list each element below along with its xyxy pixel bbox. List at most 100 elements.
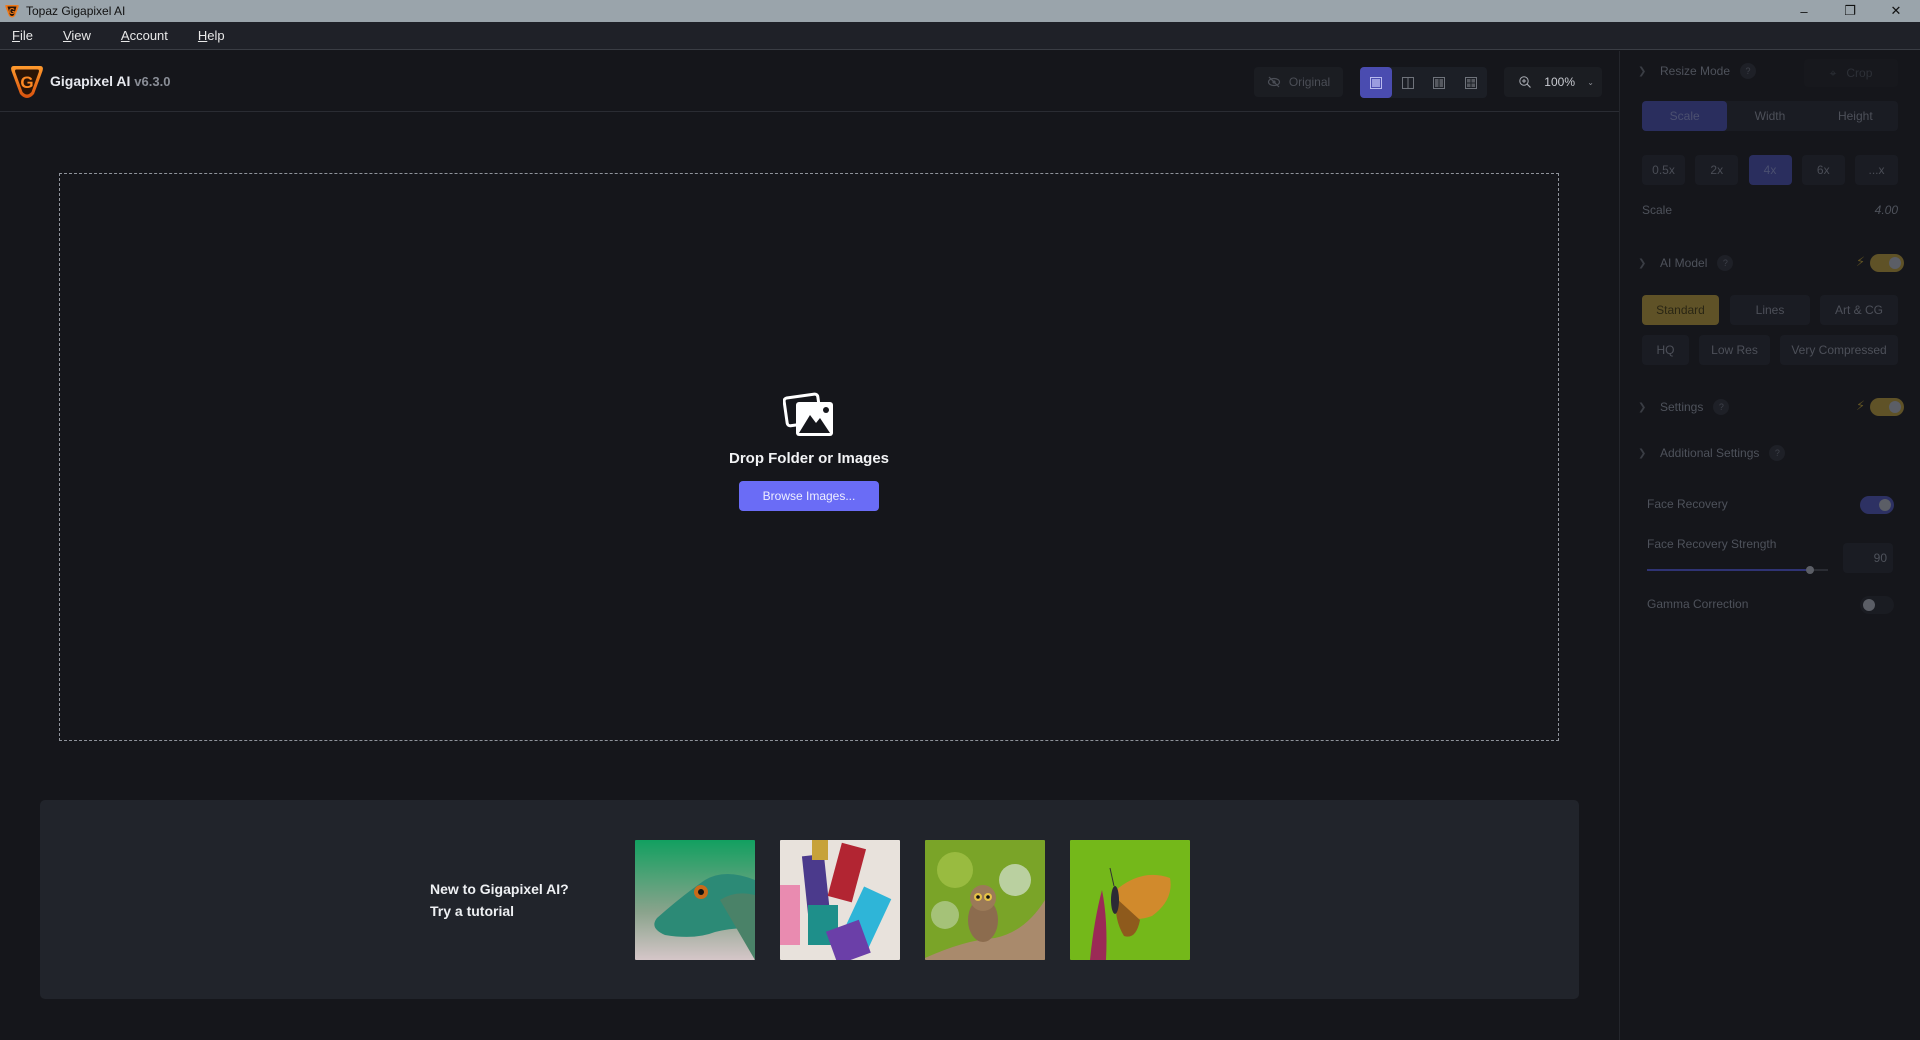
ai-model-title: AI Model — [1660, 256, 1708, 270]
tutorial-thumbnail-owl[interactable] — [925, 840, 1045, 960]
help-icon[interactable]: ? — [1740, 63, 1757, 79]
tutorial-thumbnail-paint-brushes[interactable] — [780, 840, 900, 960]
toggle-knob — [1889, 257, 1901, 269]
ai-model-header[interactable]: ❯ AI Model ? — [1638, 255, 1734, 271]
scale-presets: 0.5x 2x 4x 6x ...x — [1642, 155, 1898, 185]
menu-view[interactable]: View — [51, 28, 103, 43]
ai-model-toggle[interactable] — [1870, 254, 1904, 272]
face-recovery-strength-input[interactable] — [1843, 543, 1893, 573]
crop-button[interactable]: ⌖ Crop — [1804, 59, 1898, 87]
tab-scale[interactable]: Scale — [1642, 101, 1728, 131]
maximize-button[interactable]: ❐ — [1827, 0, 1873, 22]
tab-width[interactable]: Width — [1727, 101, 1812, 131]
lightning-icon: ⚡ — [1856, 254, 1866, 269]
face-recovery-label: Face Recovery — [1647, 497, 1728, 511]
scale-value[interactable]: 4.00 — [1875, 203, 1898, 217]
drop-content: Drop Folder or Images Browse Images... — [60, 392, 1558, 511]
svg-text:G: G — [20, 73, 33, 92]
minimize-icon: – — [1800, 3, 1808, 19]
original-toggle-button[interactable]: Original — [1254, 67, 1343, 97]
restore-icon: ❐ — [1844, 3, 1856, 18]
gigapixel-logo-icon: G — [11, 66, 43, 98]
additional-settings-header[interactable]: ❯ Additional Settings ? — [1638, 445, 1786, 461]
browse-images-button[interactable]: Browse Images... — [739, 481, 879, 511]
preset-2x[interactable]: 2x — [1695, 155, 1739, 185]
help-icon[interactable]: ? — [1769, 445, 1786, 461]
tutorial-panel: New to Gigapixel AI? Try a tutorial — [40, 800, 1579, 999]
model-lines[interactable]: Lines — [1730, 295, 1810, 325]
menu-account-mnemonic: A — [120, 28, 130, 43]
close-icon: ✕ — [1890, 3, 1902, 18]
chevron-down-icon: ⌄ — [1587, 77, 1594, 87]
svg-text:G: G — [9, 7, 15, 16]
preset-4x[interactable]: 4x — [1748, 155, 1792, 185]
close-button[interactable]: ✕ — [1873, 0, 1919, 22]
side-by-side-view-icon — [1433, 76, 1446, 89]
scale-label: Scale — [1642, 203, 1673, 217]
help-icon[interactable]: ? — [1713, 399, 1730, 415]
minimize-button[interactable]: – — [1781, 0, 1827, 22]
tutorial-heading: New to Gigapixel AI? — [430, 881, 569, 897]
menu-file-mnemonic: F — [12, 28, 20, 43]
gamma-correction-label: Gamma Correction — [1647, 597, 1749, 611]
preset-0-5x[interactable]: 0.5x — [1642, 155, 1685, 185]
topaz-logo-icon: G — [5, 5, 19, 18]
view-single-button[interactable] — [1360, 67, 1392, 98]
help-icon[interactable]: ? — [1717, 255, 1734, 271]
additional-settings-title: Additional Settings — [1660, 446, 1760, 460]
settings-toggle[interactable] — [1870, 398, 1904, 416]
image-drop-zone[interactable]: Drop Folder or Images Browse Images... — [59, 173, 1559, 741]
preset-custom[interactable]: ...x — [1855, 155, 1898, 185]
original-label: Original — [1288, 75, 1331, 89]
paint-brushes-image — [780, 840, 900, 960]
tutorial-text: New to Gigapixel AI? Try a tutorial — [430, 878, 569, 922]
chevron-down-icon: ❯ — [1638, 65, 1647, 77]
menu-help-label: elp — [207, 28, 225, 43]
menu-account[interactable]: Account — [109, 28, 180, 43]
zoom-level: 100% — [1544, 75, 1575, 89]
toggle-knob — [1889, 401, 1901, 413]
tutorial-thumbnail-lizard[interactable] — [635, 840, 755, 960]
model-low-res[interactable]: Low Res — [1699, 335, 1770, 365]
menu-file[interactable]: File — [0, 28, 45, 43]
toggle-knob — [1879, 499, 1891, 511]
menu-help[interactable]: Help — [186, 28, 237, 43]
drop-title: Drop Folder or Images — [728, 450, 890, 467]
face-recovery-toggle[interactable] — [1860, 496, 1894, 514]
app-version: v6.3.0 — [134, 74, 171, 89]
view-grid-button[interactable] — [1455, 67, 1487, 98]
slider-fill — [1647, 569, 1810, 571]
model-standard[interactable]: Standard — [1642, 295, 1719, 325]
chevron-down-icon: ❯ — [1638, 257, 1647, 269]
slider-thumb[interactable] — [1805, 566, 1814, 574]
app-header: G Gigapixel AI v6.3.0 Original 100% ⌄ — [0, 51, 1619, 112]
zoom-dropdown[interactable]: 100% ⌄ — [1504, 67, 1602, 97]
view-side-by-side-button[interactable] — [1424, 67, 1456, 98]
menu-help-mnemonic: H — [197, 28, 208, 43]
resize-mode-header[interactable]: ❯ Resize Mode ? — [1638, 63, 1757, 79]
owl-image — [925, 840, 1045, 960]
crop-label: Crop — [1846, 66, 1873, 80]
crop-icon: ⌖ — [1829, 65, 1837, 80]
menu-view-label: iew — [71, 28, 91, 43]
face-recovery-strength-slider[interactable] — [1647, 566, 1828, 574]
preset-6x[interactable]: 6x — [1801, 155, 1845, 185]
face-recovery-strength-label: Face Recovery Strength — [1647, 537, 1777, 551]
model-hq[interactable]: HQ — [1642, 335, 1689, 365]
resize-mode-title: Resize Mode — [1660, 64, 1731, 78]
model-art-cg[interactable]: Art & CG — [1820, 295, 1898, 325]
view-split-button[interactable] — [1392, 67, 1424, 98]
grid-view-icon — [1465, 76, 1478, 89]
tutorial-thumbnail-butterfly[interactable] — [1070, 840, 1190, 960]
gamma-correction-toggle[interactable] — [1860, 596, 1894, 614]
tutorial-subheading: Try a tutorial — [430, 903, 515, 919]
settings-header[interactable]: ❯ Settings ? — [1638, 399, 1730, 415]
app-brand: Gigapixel AI v6.3.0 — [50, 73, 170, 89]
settings-title: Settings — [1660, 400, 1704, 414]
model-very-compressed[interactable]: Very Compressed — [1780, 335, 1898, 365]
toggle-knob — [1863, 599, 1875, 611]
menu-bar: File View Account Help — [0, 22, 1920, 50]
single-view-icon — [1369, 76, 1382, 89]
lizard-image — [635, 840, 755, 960]
tab-height[interactable]: Height — [1813, 101, 1898, 131]
